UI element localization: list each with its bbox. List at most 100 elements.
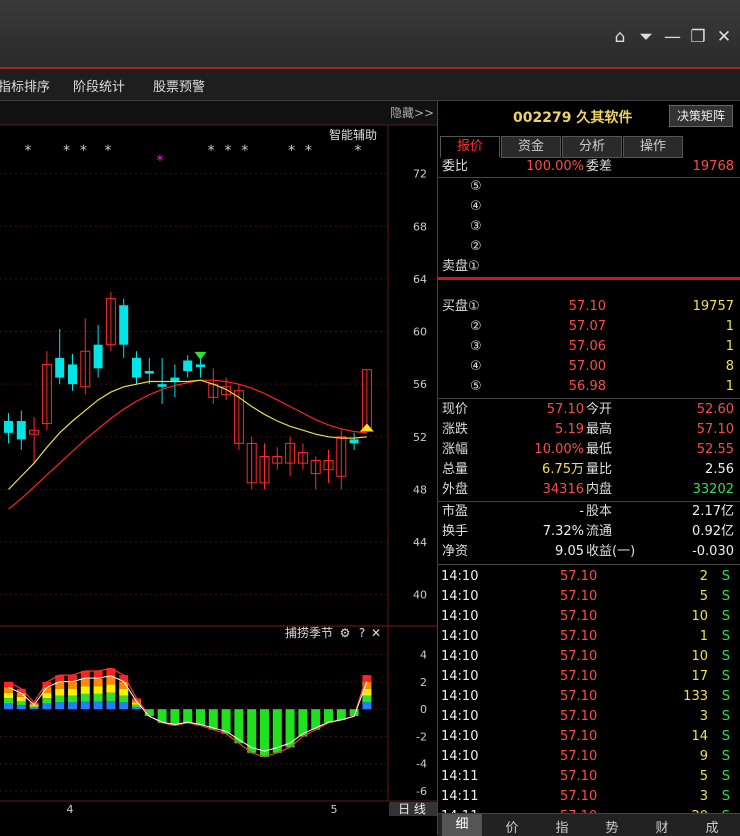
stat-row: 涨跌 5.19 最高 57.10 bbox=[438, 420, 740, 440]
fund-value: 2.17亿 bbox=[692, 504, 734, 519]
buy-price: 57.10 bbox=[568, 299, 606, 314]
indicator-bar-segment bbox=[80, 678, 90, 687]
close-icon[interactable]: ✕ bbox=[716, 27, 732, 47]
dropdown-icon[interactable]: ⏷ bbox=[638, 27, 654, 47]
tick-row: 14:10 57.10 10 S bbox=[438, 647, 740, 667]
buy-volume: 1 bbox=[725, 379, 734, 394]
indicator-bar-segment bbox=[362, 702, 372, 710]
tick-row: 14:10 57.10 9 S bbox=[438, 747, 740, 767]
fund-label: 净资 bbox=[442, 544, 469, 559]
buy-price: 57.00 bbox=[568, 359, 606, 374]
indicator-bar-segment bbox=[80, 686, 90, 694]
stat-row: 外盘 34316 内盘 33202 bbox=[438, 480, 740, 500]
minimize-icon[interactable]: — bbox=[664, 27, 681, 47]
indicator-bar-segment bbox=[16, 696, 26, 701]
tick-row: 14:11 57.10 3 S bbox=[438, 787, 740, 807]
sell-row: ③ bbox=[438, 217, 740, 237]
restore-icon[interactable]: ❐ bbox=[690, 27, 706, 47]
tab-operate[interactable]: 操作 bbox=[623, 136, 683, 158]
tick-row: 14:11 57.10 5 S bbox=[438, 767, 740, 787]
tab-finance[interactable]: 财 bbox=[642, 817, 682, 836]
indicator-tick-label: -6 bbox=[416, 785, 427, 798]
ma-line-red bbox=[8, 379, 367, 510]
signal-star: * * * bbox=[207, 143, 249, 159]
tab-funds[interactable]: 资金 bbox=[501, 136, 561, 158]
tab-index[interactable]: 指 bbox=[542, 817, 582, 836]
indicator-bar-segment bbox=[106, 692, 116, 701]
chart-area[interactable]: 72 68 64 60 56 52 48 44 40 智能辅助 * * * * * * * * * * * 捕捞季… bbox=[0, 101, 437, 835]
signal-star: * bbox=[24, 143, 32, 159]
hide-button[interactable]: 隐藏>> bbox=[390, 104, 434, 121]
candle-body bbox=[68, 364, 77, 385]
indicator-bar-segment bbox=[42, 692, 52, 699]
signal-star: * bbox=[354, 143, 362, 159]
tab-quote[interactable]: 报价 bbox=[440, 136, 500, 158]
tick-volume: 10 bbox=[691, 609, 708, 624]
candle-body bbox=[132, 357, 141, 378]
buy-volume: 19757 bbox=[692, 299, 734, 314]
tick-price: 57.10 bbox=[560, 689, 598, 704]
candle-body bbox=[119, 305, 129, 345]
sell-level-label: ⑤ bbox=[470, 179, 482, 194]
indicator-bar-segment bbox=[93, 693, 103, 702]
indicator-bar-segment bbox=[93, 678, 103, 687]
indicator-bar-segment bbox=[106, 684, 116, 693]
tab-analysis[interactable]: 分析 bbox=[562, 136, 622, 158]
sell-row: ⑤ bbox=[438, 177, 740, 197]
menu-item-stage-stats[interactable]: 阶段统计 bbox=[73, 76, 125, 95]
sell-row: ② bbox=[438, 237, 740, 257]
buy-row: ③ 57.06 1 bbox=[438, 337, 740, 357]
sell-signal-arrow-icon bbox=[194, 351, 207, 360]
bottom-tabs: 细 价 指 势 财 成 bbox=[438, 813, 740, 836]
tick-price: 57.10 bbox=[560, 669, 598, 684]
tick-time: 14:10 bbox=[441, 709, 479, 724]
settings-gear-icon: ⚙ bbox=[340, 626, 351, 640]
price-tick-label: 48 bbox=[413, 483, 427, 496]
indicator-bar-segment bbox=[42, 703, 52, 710]
tick-time: 14:10 bbox=[441, 689, 479, 704]
stat-row: 涨幅 10.00% 最低 52.55 bbox=[438, 440, 740, 460]
tick-price: 57.10 bbox=[560, 729, 598, 744]
decision-matrix-button[interactable]: 决策矩阵 bbox=[669, 105, 733, 127]
candle-body bbox=[144, 371, 154, 374]
tab-price[interactable]: 价 bbox=[492, 817, 532, 836]
tab-detail[interactable]: 细 bbox=[442, 814, 482, 836]
sell-level-label: ③ bbox=[470, 219, 482, 234]
tick-volume: 2 bbox=[699, 569, 708, 584]
indicator-bar-segment bbox=[93, 701, 103, 710]
buy-level-label: ② bbox=[470, 319, 482, 334]
indicator-bar bbox=[247, 709, 257, 753]
tick-row: 14:10 57.10 17 S bbox=[438, 667, 740, 687]
signal-star: * bbox=[104, 143, 112, 159]
kline-chart[interactable]: 726864605652484440智能辅助* * * *** * * * * *捕捞季… bbox=[0, 101, 437, 835]
fund-label: 股本 bbox=[586, 504, 613, 519]
stat-label: 涨幅 bbox=[442, 442, 469, 457]
indicator-bar-segment bbox=[68, 695, 77, 703]
tick-row: 14:10 57.10 14 S bbox=[438, 727, 740, 747]
indicator-bar-segment bbox=[55, 695, 65, 703]
candle-body bbox=[157, 384, 167, 387]
sell-buy-divider bbox=[438, 277, 740, 280]
indicator-bar-segment bbox=[68, 681, 77, 689]
tick-price: 57.10 bbox=[560, 649, 598, 664]
tick-time: 14:10 bbox=[441, 589, 479, 604]
tab-trades[interactable]: 成 bbox=[692, 817, 732, 836]
tick-time: 14:11 bbox=[441, 789, 479, 804]
buy-price: 56.98 bbox=[568, 379, 606, 394]
tab-trend[interactable]: 势 bbox=[592, 817, 632, 836]
fund-label: 换手 bbox=[442, 524, 469, 539]
buy-row: ④ 57.00 8 bbox=[438, 357, 740, 377]
tick-row: 14:10 57.10 2 S bbox=[438, 567, 740, 587]
tick-price: 57.10 bbox=[560, 749, 598, 764]
menu-item-stock-alert[interactable]: 股票预警 bbox=[153, 76, 205, 95]
tick-side: S bbox=[721, 789, 730, 804]
home-icon[interactable]: ⌂ bbox=[612, 27, 628, 47]
stock-header: 002279 久其软件 决策矩阵 bbox=[438, 101, 740, 131]
stat-label: 量比 bbox=[586, 462, 613, 477]
ma-line-yellow bbox=[8, 379, 367, 490]
tick-price: 57.10 bbox=[560, 589, 598, 604]
indicator-bar-segment bbox=[16, 705, 26, 710]
price-tick-label: 52 bbox=[413, 431, 427, 444]
menu-item-indicator-sort[interactable]: 指标排序 bbox=[0, 76, 50, 95]
tick-volume: 5 bbox=[699, 589, 708, 604]
